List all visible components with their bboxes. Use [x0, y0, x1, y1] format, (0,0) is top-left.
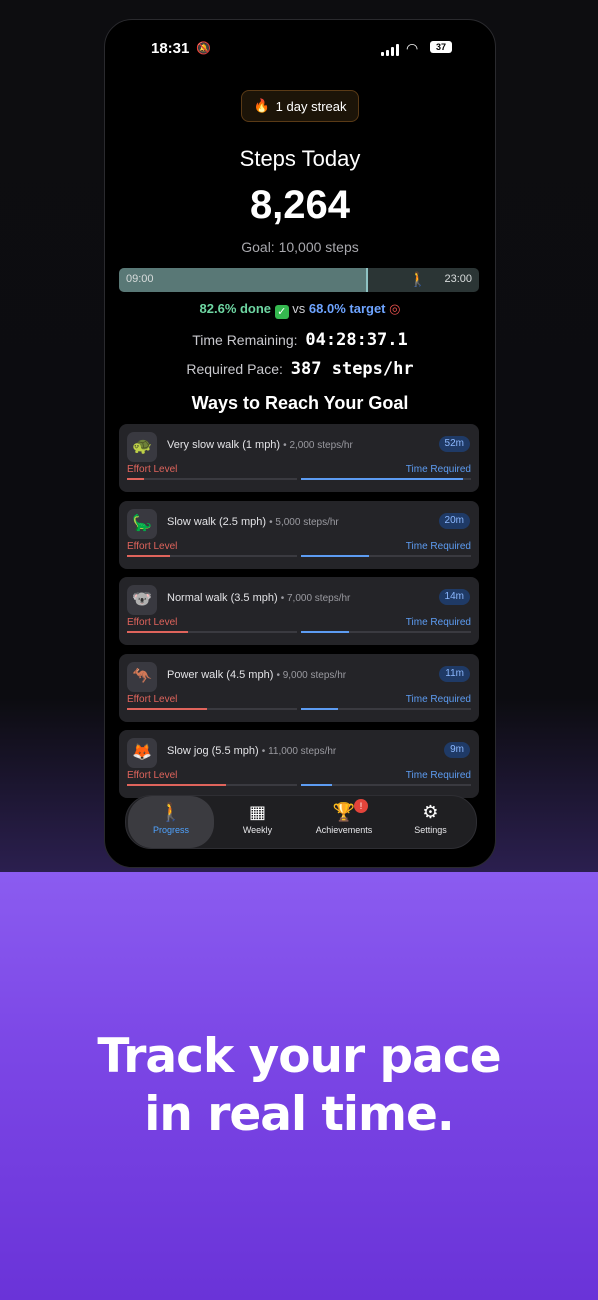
battery-icon: 37	[430, 41, 452, 53]
effort-bar	[127, 784, 226, 786]
time-bar	[301, 478, 463, 480]
walking-icon: 🚶	[159, 802, 183, 822]
time-required-label: Time Required	[405, 464, 471, 475]
tab-label: Weekly	[242, 825, 273, 835]
target-marker	[365, 268, 368, 292]
settings-icon: ⚙	[422, 802, 439, 822]
required-pace-row: Required Pace: 387 steps/hr	[105, 359, 495, 379]
required-pace-label: Required Pace:	[186, 361, 283, 377]
tab-label: Achievements	[315, 825, 373, 835]
ways-heading: Ways to Reach Your Goal	[191, 393, 409, 413]
status-time: 18:31	[151, 40, 190, 57]
dart-icon: ◎	[389, 301, 401, 316]
effort-track	[127, 478, 297, 480]
time-badge: 52m	[438, 436, 470, 452]
effort-label: Effort Level	[127, 617, 178, 628]
time-bar	[301, 707, 338, 710]
phone-frame: 18:31 🔕 ◠ 37 🔥 1 day streak Steps Today …	[104, 19, 496, 868]
target-percent: 68.0% target	[308, 301, 386, 316]
tab-settings[interactable]: ⚙ Settings	[388, 796, 474, 848]
tab-label: Settings	[414, 825, 447, 835]
progress-start-time: 09:00	[126, 273, 154, 285]
time-required-label: Time Required	[405, 540, 471, 552]
progress-fill	[119, 268, 366, 292]
promo-line-1: Track your pace	[97, 1029, 501, 1084]
step-count: 8,264	[249, 183, 351, 227]
kangaroo-icon: 🦘	[127, 661, 157, 692]
tab-progress[interactable]: 🚶 Progress	[128, 796, 214, 848]
done-percent: 82.6% done	[199, 301, 272, 316]
trophy-icon: 🏆	[332, 802, 356, 822]
streak-label: 1 day streak	[275, 98, 347, 114]
streak-badge: 🔥 1 day streak	[241, 90, 359, 122]
effort-label: Effort Level	[127, 464, 178, 475]
option-name: Normal walk (3.5 mph) • 7,000 steps/hr	[167, 592, 351, 604]
time-bar	[301, 631, 349, 633]
day-progress-bar: 09:00 🚶 23:00	[119, 268, 479, 292]
effort-label: Effort Level	[127, 770, 178, 781]
effort-bar	[127, 631, 188, 633]
page-title: Steps Today	[239, 146, 361, 171]
time-badge: 14m	[438, 589, 470, 605]
option-name: Power walk (4.5 mph) • 9,000 steps/hr	[167, 668, 347, 681]
vs-label: vs	[292, 301, 306, 316]
time-remaining-value: 04:28:37.1	[305, 330, 408, 350]
flame-icon: 🔥	[253, 98, 270, 113]
time-remaining-row: Time Remaining: 04:28:37.1	[105, 330, 495, 350]
calendar-icon: ▦	[248, 802, 266, 822]
status-bar: 18:31 🔕 ◠ 37	[105, 20, 495, 78]
dinosaur-icon: 🦕	[127, 508, 157, 539]
option-name: Slow walk (2.5 mph) • 5,000 steps/hr	[167, 515, 339, 528]
promo-headline: Track your pace in real time.	[0, 1028, 598, 1144]
fox-icon: 🦊	[127, 738, 157, 768]
effort-bar	[127, 478, 144, 480]
tab-achievements[interactable]: 🏆 Achievements!	[301, 796, 387, 848]
walking-option-card[interactable]: 🐨 Normal walk (3.5 mph) • 7,000 steps/hr 1…	[119, 577, 479, 645]
effort-bar	[127, 707, 207, 710]
required-pace-value: 387 steps/hr	[290, 359, 414, 379]
time-required-label: Time Required	[405, 770, 471, 781]
walking-option-card[interactable]: 🦘 Power walk (4.5 mph) • 9,000 steps/hr 11…	[119, 653, 479, 722]
signal-icon	[381, 44, 401, 56]
walking-option-card[interactable]: 🦊 Slow jog (5.5 mph) • 11,000 steps/hr 9m E…	[119, 730, 479, 798]
option-name: Very slow walk (1 mph) • 2,000 steps/hr	[167, 439, 353, 451]
tab-label: Progress	[152, 825, 189, 835]
goal-text: Goal: 10,000 steps	[241, 239, 359, 255]
time-required-label: Time Required	[405, 617, 471, 628]
notification-badge: !	[354, 799, 368, 813]
effort-label: Effort Level	[127, 540, 178, 552]
effort-label: Effort Level	[127, 693, 178, 705]
tab-weekly[interactable]: ▦ Weekly	[215, 796, 301, 848]
tab-bar: 🚶 Progress ▦ Weekly 🏆 Achievements! ⚙ Settings	[125, 795, 477, 849]
time-badge: 11m	[439, 665, 470, 682]
koala-icon: 🐨	[127, 585, 157, 615]
turtle-icon: 🐢	[127, 432, 157, 462]
time-bar	[301, 784, 332, 786]
checkmark-icon: ✓	[274, 305, 289, 319]
silent-bell-icon: 🔕	[196, 41, 211, 55]
wifi-icon: ◠	[406, 40, 419, 56]
walker-icon: 🚶	[409, 271, 427, 287]
time-badge: 9m	[444, 742, 470, 758]
option-name: Slow jog (5.5 mph) • 11,000 steps/hr	[167, 745, 337, 757]
progress-summary: 82.6% done ✓ vs 68.0% target ◎	[105, 301, 495, 319]
effort-bar	[127, 554, 170, 557]
time-badge: 20m	[438, 512, 470, 529]
time-remaining-label: Time Remaining:	[192, 332, 298, 348]
walking-option-card[interactable]: 🦕 Slow walk (2.5 mph) • 5,000 steps/hr 20m…	[119, 500, 479, 569]
walking-option-card[interactable]: 🐢 Very slow walk (1 mph) • 2,000 steps/hr…	[119, 424, 479, 492]
time-bar	[301, 554, 369, 557]
time-required-label: Time Required	[405, 693, 471, 705]
promo-line-2: in real time.	[144, 1087, 454, 1142]
progress-end-time: 23:00	[444, 273, 472, 285]
